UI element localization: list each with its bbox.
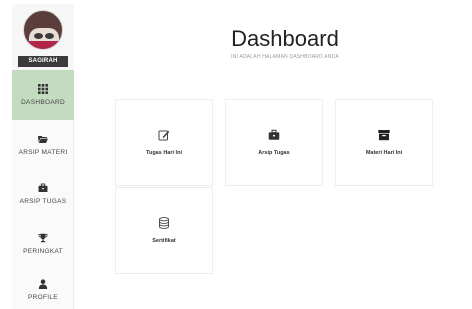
sidebar-item-label: ARSIP MATERI: [18, 149, 68, 156]
page-subtitle: INI ADALAH HALAMAN DASHBOARD ANDA: [231, 54, 339, 60]
card-materi-hari-ini[interactable]: Materi Hari Ini: [335, 99, 433, 186]
trophy-icon: [38, 233, 48, 243]
card-label: Arsip Tugas: [258, 150, 290, 156]
sidebar-item-peringkat[interactable]: PERINGKAT: [12, 220, 74, 268]
sidebar-item-label: DASHBOARD: [21, 99, 65, 106]
folder-open-icon: [38, 136, 48, 143]
username-label: SAGIRAH: [18, 56, 68, 67]
card-label: Sertifikat: [152, 238, 176, 244]
sidebar-item-label: PERINGKAT: [23, 248, 63, 255]
sidebar-item-label: ARSIP TUGAS: [19, 198, 67, 205]
sidebar-item-arsip-tugas[interactable]: ARSIP TUGAS: [12, 170, 74, 218]
sidebar: SAGIRAH DASHBOARD ARSIP MATERI ARSIP TUG…: [12, 4, 74, 309]
archive-icon: [378, 130, 390, 141]
profile-panel: SAGIRAH: [12, 4, 74, 70]
card-label: Tugas Hari Ini: [146, 150, 182, 156]
card-tugas-hari-ini[interactable]: Tugas Hari Ini: [115, 99, 213, 186]
sidebar-item-profile[interactable]: PROFILE: [12, 270, 74, 309]
sidebar-item-arsip-materi[interactable]: ARSIP MATERI: [12, 122, 74, 168]
card-arsip-tugas[interactable]: Arsip Tugas: [225, 99, 323, 186]
briefcase-icon: [38, 183, 48, 192]
avatar[interactable]: [23, 10, 63, 50]
card-label: Materi Hari Ini: [365, 150, 403, 156]
sidebar-item-dashboard[interactable]: DASHBOARD: [12, 70, 74, 120]
briefcase-icon: [268, 129, 280, 140]
user-icon: [38, 279, 48, 289]
grid-icon: [38, 84, 48, 94]
page-title: Dashboard: [231, 26, 339, 51]
card-sertifikat[interactable]: Sertifikat: [115, 187, 213, 274]
database-icon: [159, 217, 169, 229]
edit-icon: [158, 130, 170, 141]
page-header: Dashboard INI ADALAH HALAMAN DASHBOARD A…: [190, 26, 380, 60]
sidebar-item-label: PROFILE: [28, 294, 58, 301]
